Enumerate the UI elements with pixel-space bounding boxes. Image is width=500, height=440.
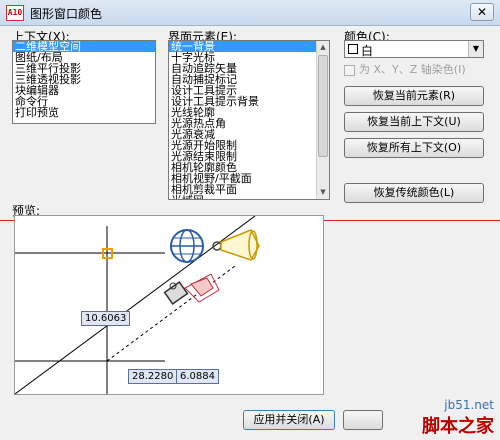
restore-classic-colors-button[interactable]: 恢复传统颜色(L) [344,183,484,203]
tint-axes-checkbox-row[interactable]: 为 X、Y、Z 轴染色(I) [344,61,466,77]
scroll-thumb[interactable] [318,55,328,157]
restore-current-element-button[interactable]: 恢复当前元素(R) [344,86,484,106]
camera-icon [163,273,220,305]
preview-panel: 10.6063 28.2280 6.0884 [14,215,324,395]
interface-element-list-item[interactable]: 光域网 [169,195,316,199]
scroll-down-arrow-icon[interactable]: ▼ [317,186,329,199]
title-bar: A10 图形窗口颜色 ✕ [0,0,500,26]
interface-scrollbar[interactable]: ▲ ▼ [316,41,329,199]
coordinate-y-tooltip: 6.0884 [176,369,219,384]
preview-drawing [14,215,260,395]
chevron-down-icon[interactable]: ▼ [468,41,483,57]
autocad-app-icon: A10 [6,5,24,21]
context-list-item[interactable]: 打印预览 [13,107,155,118]
tint-axes-label: 为 X、Y、Z 轴染色(I) [359,63,466,76]
color-swatch [348,44,358,54]
watermark-name: 脚本之家 [422,416,494,437]
light-web-globe-icon [170,229,204,263]
coordinate-length-tooltip: 10.6063 [81,311,131,326]
interface-element-listbox[interactable]: 统一背景 十字光标 自动追踪矢量 自动捕捉标记 设计工具提示 设计工具提示背景 光线轮廓 光源… [168,40,330,200]
apply-and-close-button[interactable]: 应用并关闭(A) [243,410,335,430]
spotlight-icon [212,229,260,261]
watermark: jb51.net 脚本之家 [422,398,494,438]
context-listbox[interactable]: 二维模型空间 图纸/布局 三维平行投影 三维透视投影 块编辑器 命令行 打印预览 [12,40,156,124]
tint-axes-checkbox[interactable] [344,64,355,76]
watermark-url: jb51.net [444,398,494,412]
restore-all-contexts-button[interactable]: 恢复所有上下文(O) [344,138,484,158]
cancel-button-partial[interactable] [343,410,383,430]
scroll-up-arrow-icon[interactable]: ▲ [317,41,329,54]
color-value: 白 [361,44,374,58]
close-button[interactable]: ✕ [470,3,494,21]
restore-current-context-button[interactable]: 恢复当前上下文(U) [344,112,484,132]
color-dropdown[interactable]: 白 ▼ [344,40,484,58]
coordinate-x-tooltip: 28.2280 [128,369,178,384]
window-title: 图形窗口颜色 [30,7,103,21]
